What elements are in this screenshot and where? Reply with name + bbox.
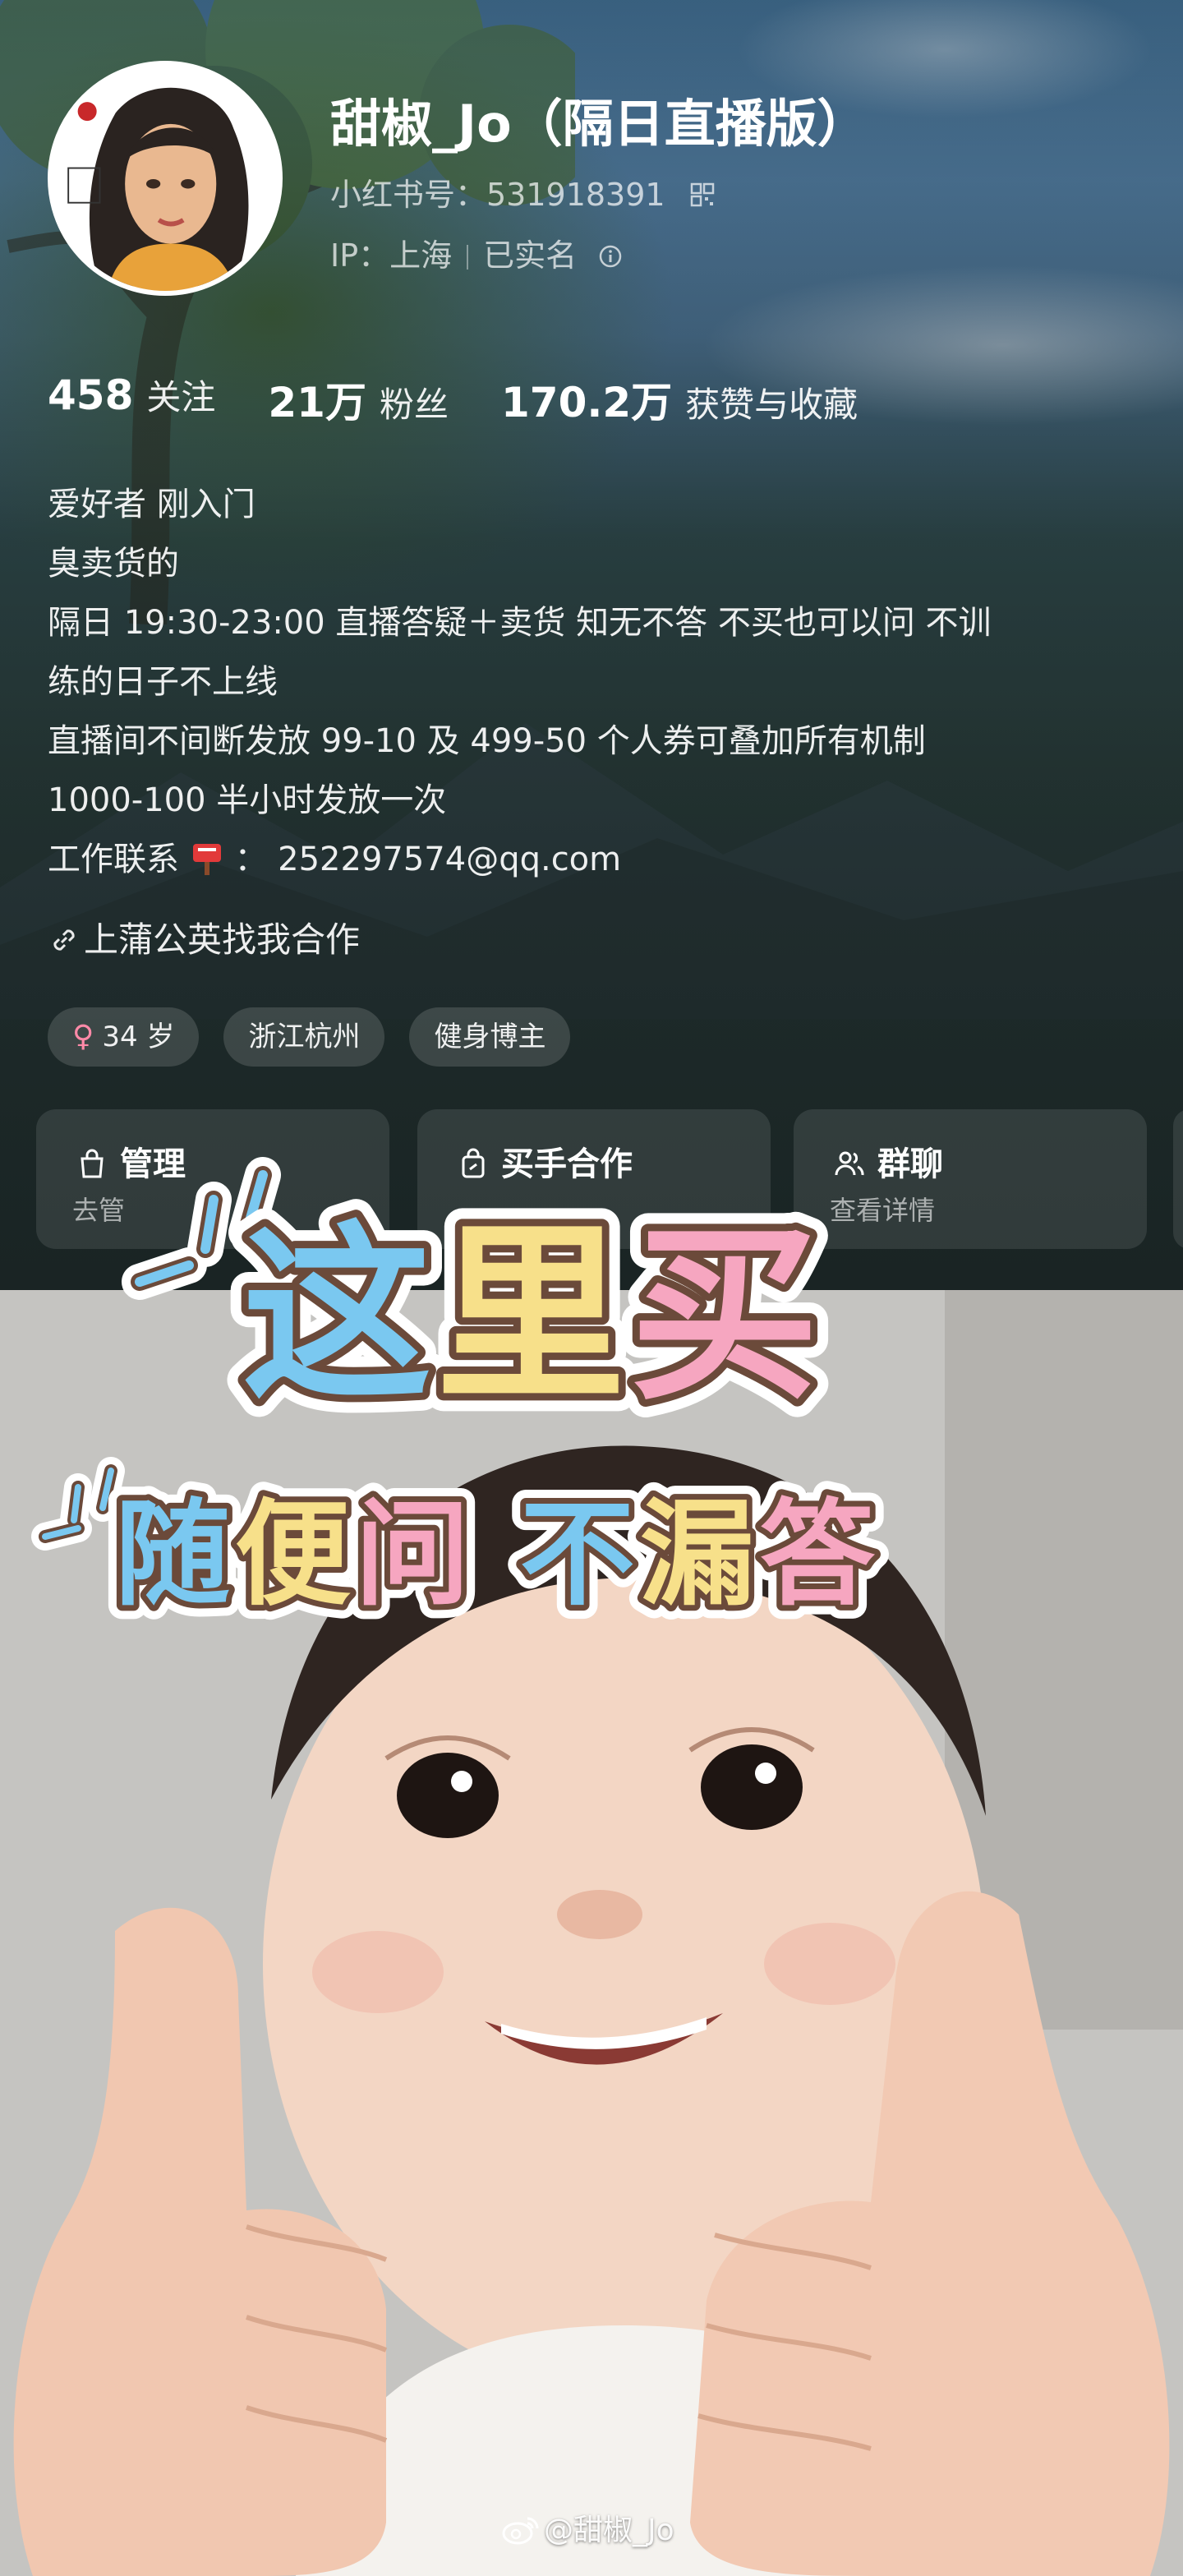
redbook-id: 小红书号：531918391	[330, 169, 715, 214]
bio-line: 臭卖货的	[48, 545, 179, 583]
stat-likes-label: 获赞与收藏	[685, 385, 858, 425]
profile-stats: 458 关注 21万 粉丝 170.2万 获赞与收藏	[48, 370, 858, 429]
sticker-subline: 随便问 不漏答 随便问 不漏答 随便问 不漏答	[31, 1457, 889, 1635]
contact-email: ： 252297574@qq.com	[234, 841, 622, 878]
ip-location: IP：上海	[330, 237, 453, 274]
ip-location-line: IP：上海 已实名	[330, 230, 623, 275]
sticker-char-3: 买	[630, 1206, 824, 1426]
avatar[interactable]	[48, 61, 283, 296]
contact-label: 工作联系	[48, 841, 179, 878]
profile-header: 甜椒_Jo（隔日直播版） 小红书号：531918391 IP：上海 已实名 458…	[0, 0, 1183, 1290]
stat-followers-count: 21万	[268, 379, 366, 426]
bio-line: 爱好者 刚入门	[48, 486, 255, 523]
sparkle-icon	[31, 1457, 125, 1551]
tag-age-text: 34 岁	[102, 1021, 175, 1053]
stat-followers-label: 粉丝	[379, 385, 449, 425]
bio-contact-line: 工作联系 ： 252297574@qq.com	[48, 830, 1140, 889]
profile-bio: 爱好者 刚入门 臭卖货的 隔日 19:30-23:00 直播答疑＋卖货 知无不答…	[48, 475, 1140, 889]
avatar-illustration	[53, 66, 278, 291]
stat-likes[interactable]: 170.2万 获赞与收藏	[501, 370, 858, 429]
sticker-headline: 这里买 这里买 这里买	[122, 1157, 837, 1444]
tag-age[interactable]: ♀ 34 岁	[48, 1007, 200, 1067]
sticker-line2: 随便问 不漏答	[115, 1488, 880, 1622]
tag-location[interactable]: 浙江杭州	[223, 1007, 385, 1067]
link-icon	[53, 929, 75, 951]
bio-line: 直播间不间断发放 99-10 及 499-50 个人券可叠加所有机制	[48, 722, 926, 760]
sticker-char-1: 这	[242, 1206, 436, 1426]
watermark-text: @甜椒_Jo	[544, 2514, 674, 2547]
stat-following[interactable]: 458 关注	[48, 370, 215, 429]
stat-likes-count: 170.2万	[501, 379, 673, 426]
verified-status: 已实名	[483, 237, 578, 274]
qr-code-icon[interactable]	[690, 182, 715, 207]
profile-name: 甜椒_Jo（隔日直播版）	[330, 94, 868, 154]
profile-tags: ♀ 34 岁 浙江杭州 健身博主	[48, 1007, 571, 1067]
collab-link-text: 上蒲公英找我合作	[84, 919, 361, 960]
bio-line: 1000-100 半小时发放一次	[48, 781, 447, 819]
sticker-char-2: 里	[436, 1206, 630, 1426]
weibo-icon	[502, 2517, 539, 2545]
redbook-id-text: 小红书号：531918391	[330, 177, 665, 213]
stat-following-label: 关注	[146, 377, 216, 417]
info-icon[interactable]	[598, 244, 623, 269]
stat-followers[interactable]: 21万 粉丝	[268, 370, 449, 429]
divider	[467, 245, 469, 270]
weibo-watermark: @甜椒_Jo	[501, 2506, 674, 2549]
sticker-line1: 这里买	[242, 1206, 824, 1426]
female-icon: ♀	[72, 1020, 94, 1053]
bio-line: 隔日 19:30-23:00 直播答疑＋卖货 知无不答 不买也可以问 不训	[48, 604, 992, 642]
collab-link[interactable]: 上蒲公英找我合作	[48, 912, 360, 962]
bio-line: 练的日子不上线	[48, 663, 278, 701]
tag-role[interactable]: 健身博主	[409, 1007, 571, 1067]
mailbox-icon	[192, 844, 221, 875]
stat-following-count: 458	[48, 371, 134, 419]
